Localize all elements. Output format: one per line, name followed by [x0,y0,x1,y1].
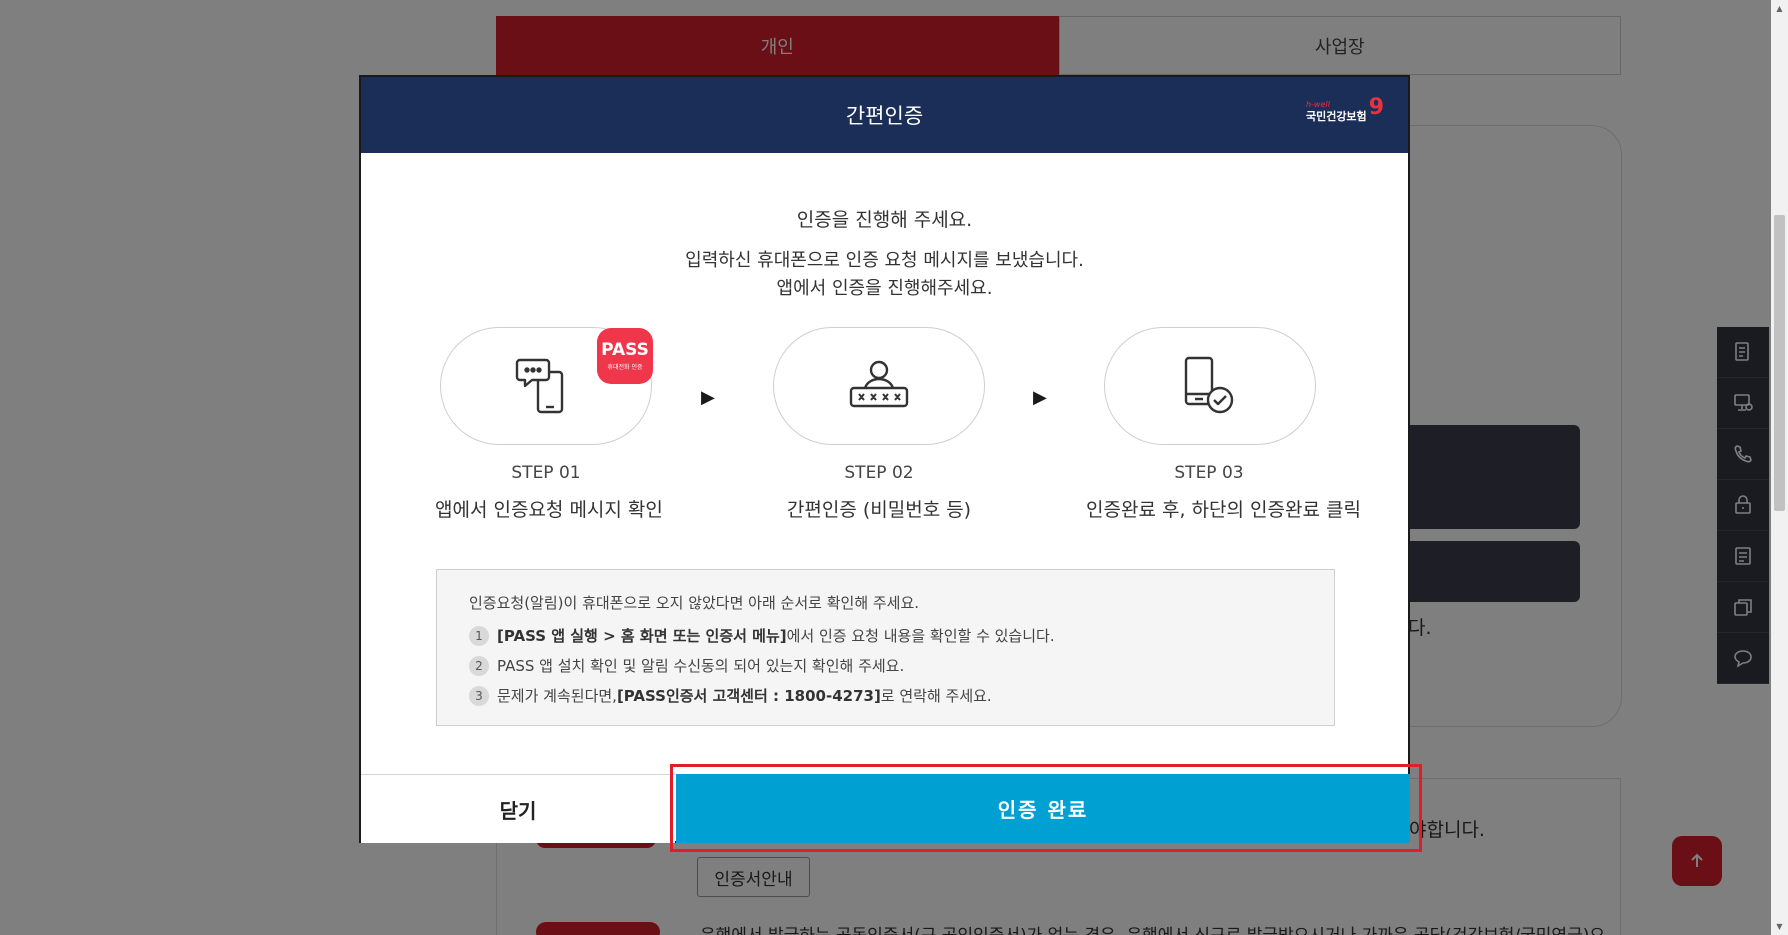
step-2-label: STEP 02 [844,463,914,483]
modal-title: 간편인증 [845,104,924,128]
logo-main-text: 국민건강보험 [1305,110,1367,123]
notice-text: 로 연락해 주세요. [880,687,992,705]
step-1-label: STEP 01 [511,463,581,483]
intro-text-1: 입력하신 휴대폰으로 인증 요청 메시지를 보냈습니다. [685,250,1084,271]
notice-bold-text: [PASS 앱 실행 > 홈 화면 또는 인증서 메뉴] [497,627,787,645]
intro-heading: 인증을 진행해 주세요. [796,209,973,231]
notice-number: 3 [469,685,489,706]
notice-number: 2 [469,655,489,676]
nhis-logo: h-well 국민건강보험 9 [1305,95,1384,123]
modal-header: 간편인증 h-well 국민건강보험 9 [361,77,1408,153]
close-button[interactable]: 닫기 [361,774,675,843]
pass-badge-label: PASS [601,339,649,360]
step-3-label: STEP 03 [1174,463,1244,483]
phone-check-icon [1184,356,1234,414]
notice-text: PASS 앱 설치 확인 및 알림 수신동의 되어 있는지 확인해 주세요. [497,657,905,675]
logo-mark-icon: 9 [1368,95,1384,120]
page-scrollbar[interactable]: ▲ ▼ [1771,0,1788,935]
simple-auth-modal: 간편인증 h-well 국민건강보험 9 인증을 진행해 주세요. 입력하신 휴… [359,75,1410,843]
step-1-desc: 앱에서 인증요청 메시지 확인 [435,499,663,521]
pass-badge-sub: 휴대전화 인증 [607,363,643,371]
scroll-thumb[interactable] [1774,215,1785,511]
phone-message-icon [515,358,564,414]
step-3-desc: 인증완료 후, 하단의 인증완료 클릭 [1086,499,1361,521]
logo-small-text: h-well [1305,100,1330,109]
step-3-oval [1104,327,1316,445]
user-password-icon [849,360,909,408]
intro-text-2: 앱에서 인증을 진행해주세요. [776,278,993,299]
scroll-up-arrow-icon[interactable]: ▲ [1771,0,1788,17]
step-arrow-icon: ▶ [1033,387,1047,408]
scroll-down-arrow-icon[interactable]: ▼ [1771,918,1788,935]
notice-text: 에서 인증 요청 내용을 확인할 수 있습니다. [786,627,1055,645]
notice-item: 2 PASS 앱 설치 확인 및 알림 수신동의 되어 있는지 확인해 주세요. [469,655,1302,676]
step-2-desc: 간편인증 (비밀번호 등) [786,499,972,521]
notice-number: 1 [469,625,489,646]
notice-text: 문제가 계속된다면, [497,687,617,705]
auth-complete-button[interactable]: 인증 완료 [676,774,1410,843]
notice-item: 1 [PASS 앱 실행 > 홈 화면 또는 인증서 메뉴] 에서 인증 요청 … [469,625,1302,646]
step-arrow-icon: ▶ [701,387,715,408]
notice-title: 인증요청(알림)이 휴대폰으로 오지 않았다면 아래 순서로 확인해 주세요. [469,594,920,612]
notice-item: 3 문제가 계속된다면, [PASS인증서 고객센터 : 1800-4273] … [469,685,1302,706]
pass-badge: PASS 휴대전화 인증 [597,328,653,384]
notice-bold-text: [PASS인증서 고객센터 : 1800-4273] [616,687,881,705]
step-2-oval [773,327,985,445]
notice-box: 인증요청(알림)이 휴대폰으로 오지 않았다면 아래 순서로 확인해 주세요. … [436,569,1335,726]
